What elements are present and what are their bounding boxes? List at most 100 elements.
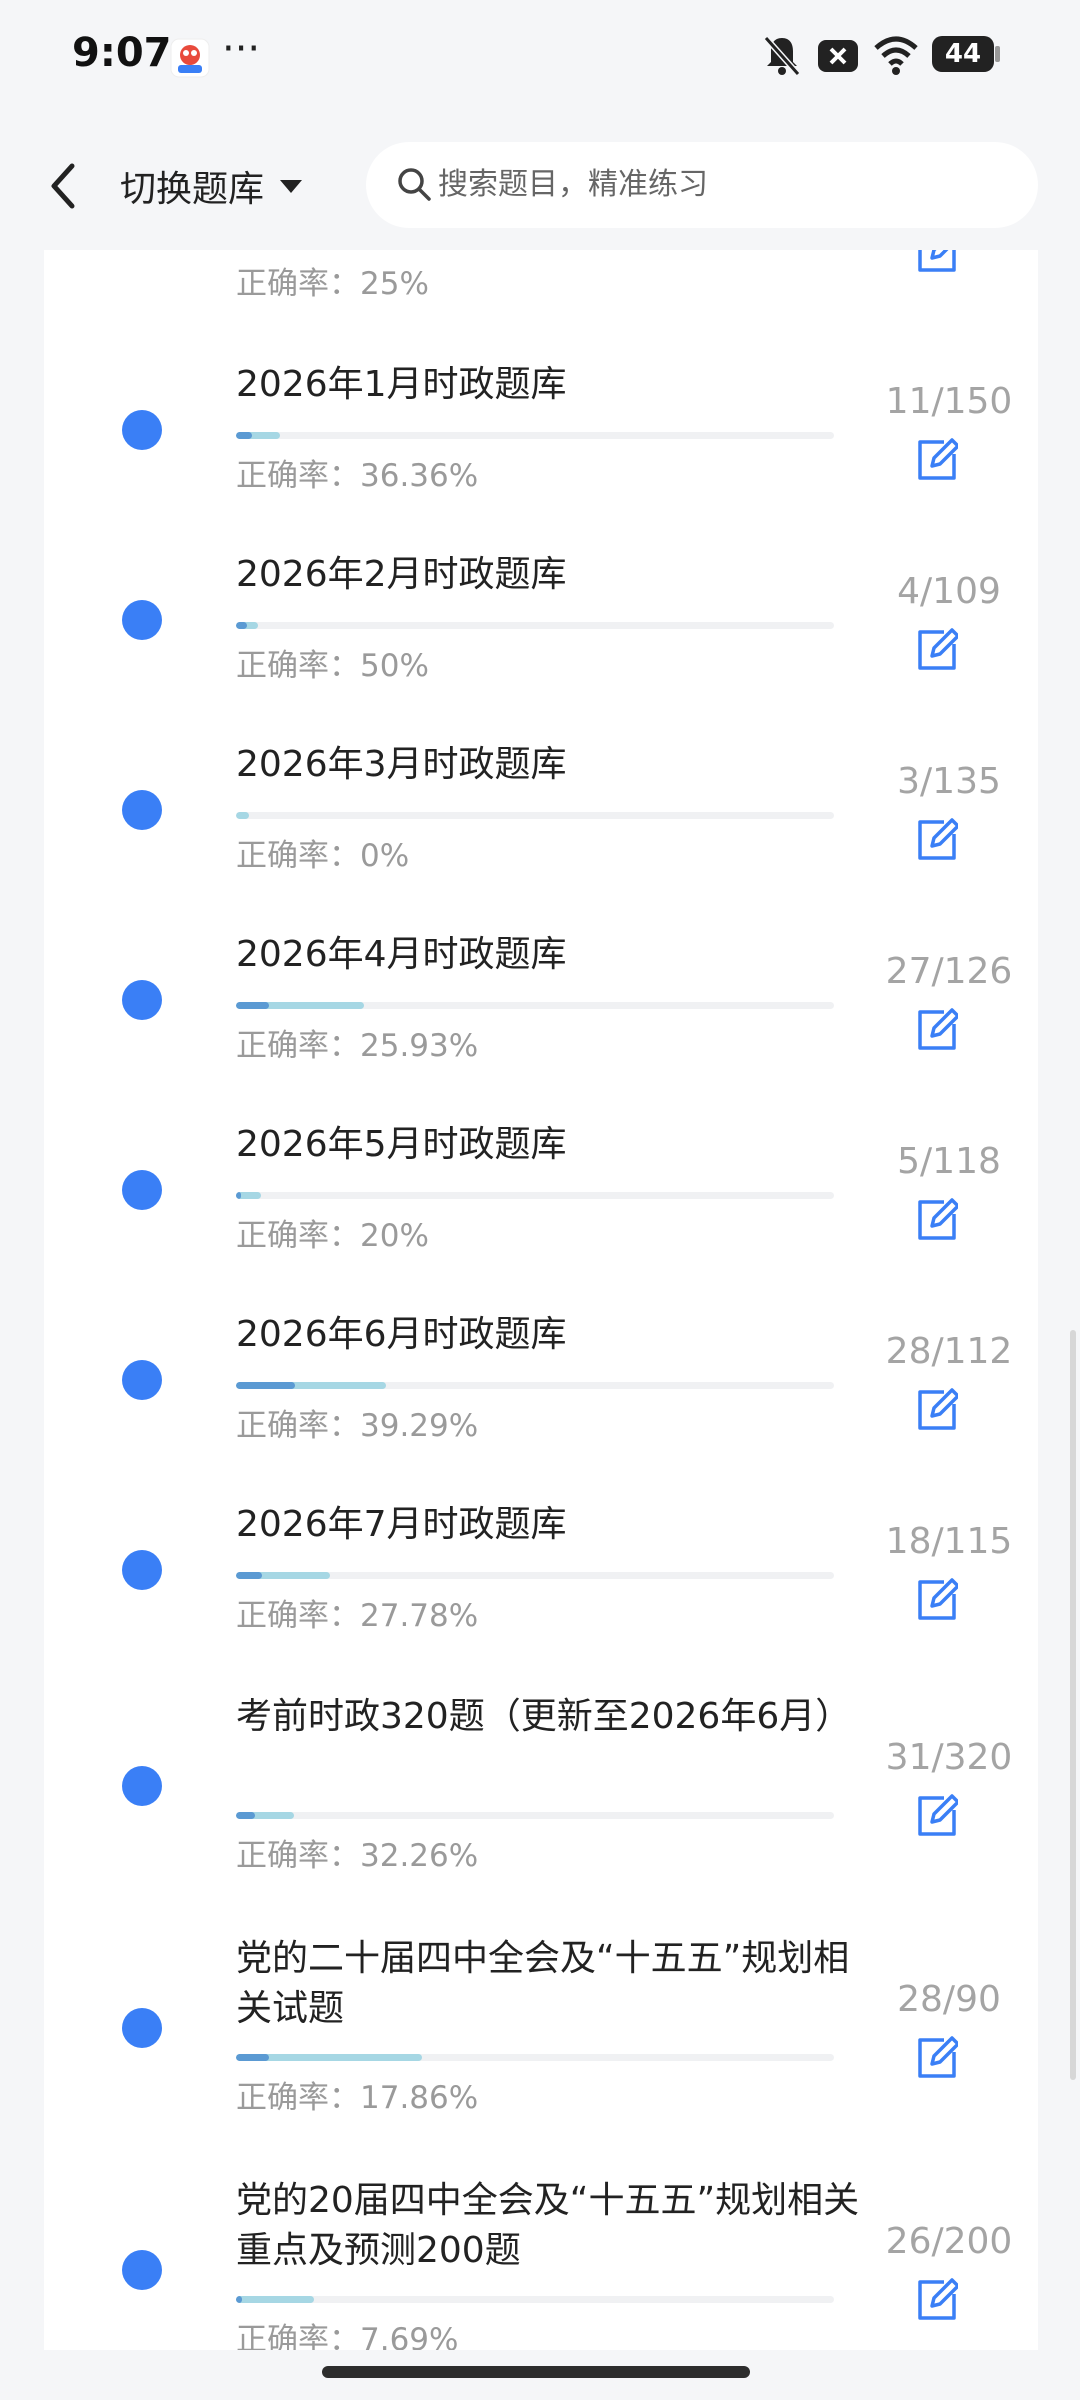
bank-title: 2026年2月时政题库 — [236, 554, 567, 595]
progress-count: 28/90 — [897, 1979, 1001, 2020]
list-item[interactable]: 2026年1月时政题库 正确率：36.36% 11/150 — [44, 350, 1038, 540]
progress-count: 4/109 — [897, 571, 1001, 612]
edit-icon[interactable] — [914, 250, 958, 274]
accuracy-text: 正确率：7.69% — [236, 2322, 459, 2350]
bank-title: 考前时政320题（更新至2026年6月） — [236, 1696, 852, 1737]
progress-bar — [236, 812, 834, 819]
status-dot — [122, 1360, 162, 1400]
caret-down-icon — [280, 180, 303, 193]
list-item[interactable]: 2026年6月时政题库 正确率：39.29% 28/112 — [44, 1300, 1038, 1490]
bank-title: 党的20届四中全会及“十五五”规划相关重点及预测200题 — [236, 2180, 860, 2271]
edit-icon[interactable] — [914, 1388, 958, 1432]
status-dot — [122, 2250, 162, 2290]
back-icon[interactable] — [40, 156, 90, 216]
progress-count: 27/126 — [885, 951, 1013, 992]
progress-correct-fill — [236, 1002, 270, 1009]
search-icon — [398, 168, 431, 201]
progress-fill — [236, 2296, 314, 2303]
list-item[interactable]: 2026年3月时政题库 正确率：0% 3/135 — [44, 730, 1038, 920]
progress-bar — [236, 1382, 834, 1389]
progress-correct-fill — [236, 2296, 242, 2303]
progress-correct-fill — [236, 1192, 242, 1199]
status-dot — [122, 1550, 162, 1590]
search-input[interactable]: 搜索题目，精准练习 — [366, 142, 1038, 228]
progress-bar — [236, 2296, 834, 2303]
accuracy-text: 正确率：50% — [236, 648, 429, 684]
accuracy-text: 正确率：36.36% — [236, 458, 479, 494]
accuracy-text: 正确率：25% — [236, 266, 429, 302]
list-item-partial[interactable]: 正确率：25% — [44, 250, 1038, 310]
scrollbar-thumb[interactable] — [1070, 1330, 1076, 2080]
status-dot — [122, 2008, 162, 2048]
progress-bar — [236, 1812, 834, 1819]
list-item[interactable]: 考前时政320题（更新至2026年6月） 正确率：32.26% 31/320 — [44, 1680, 1038, 1920]
page: 9:07 ··· 44 切换题库 搜索题目，精准练习 正确率：25% 2026年… — [0, 0, 1080, 2400]
accuracy-text: 正确率：39.29% — [236, 1408, 479, 1444]
bank-title: 2026年6月时政题库 — [236, 1314, 567, 1355]
bank-title: 2026年1月时政题库 — [236, 364, 567, 405]
progress-bar — [236, 2054, 834, 2061]
status-time: 9:07 — [72, 30, 172, 76]
accuracy-text: 正确率：25.93% — [236, 1028, 479, 1064]
home-indicator[interactable] — [322, 2366, 750, 2378]
switch-library-label: 切换题库 — [120, 169, 265, 210]
edit-icon[interactable] — [914, 1578, 958, 1622]
status-more-icon: ··· — [222, 26, 261, 72]
list-item[interactable]: 党的二十届四中全会及“十五五”规划相关试题 正确率：17.86% 28/90 — [44, 1920, 1038, 2160]
accuracy-text: 正确率：0% — [236, 838, 410, 874]
bank-title: 2026年3月时政题库 — [236, 744, 567, 785]
list-item[interactable]: 2026年4月时政题库 正确率：25.93% 27/126 — [44, 920, 1038, 1110]
status-dot — [122, 1170, 162, 1210]
bank-title: 2026年7月时政题库 — [236, 1504, 567, 1545]
progress-count: 18/115 — [885, 1521, 1013, 1562]
edit-icon[interactable] — [914, 628, 958, 672]
question-bank-list: 正确率：25% 2026年1月时政题库 正确率：36.36% 11/150 20… — [44, 250, 1038, 2350]
progress-correct-fill — [236, 1382, 295, 1389]
list-item[interactable]: 2026年7月时政题库 正确率：27.78% 18/115 — [44, 1490, 1038, 1680]
progress-correct-fill — [236, 1812, 255, 1819]
progress-bar — [236, 622, 834, 629]
progress-count: 31/320 — [885, 1737, 1013, 1778]
progress-count: 11/150 — [885, 381, 1013, 422]
status-dot — [122, 1766, 162, 1806]
app-notification-icon — [170, 38, 210, 78]
accuracy-text: 正确率：27.78% — [236, 1598, 479, 1634]
list-item[interactable]: 党的20届四中全会及“十五五”规划相关重点及预测200题 正确率：7.69% 2… — [44, 2160, 1038, 2350]
edit-icon[interactable] — [914, 2278, 958, 2322]
status-dot — [122, 410, 162, 450]
edit-icon[interactable] — [914, 2036, 958, 2080]
progress-correct-fill — [236, 2054, 270, 2061]
accuracy-text: 正确率：32.26% — [236, 1838, 479, 1874]
switch-library-dropdown[interactable]: 切换题库 — [120, 156, 304, 216]
accuracy-text: 正确率：20% — [236, 1218, 429, 1254]
bank-title: 2026年5月时政题库 — [236, 1124, 567, 1165]
edit-icon[interactable] — [914, 1198, 958, 1242]
progress-correct-fill — [236, 432, 252, 439]
mute-bell-icon — [763, 36, 801, 76]
progress-count: 28/112 — [885, 1331, 1013, 1372]
progress-count: 26/200 — [885, 2221, 1013, 2262]
bank-title: 党的二十届四中全会及“十五五”规划相关试题 — [236, 1938, 850, 2029]
status-dot — [122, 980, 162, 1020]
edit-icon[interactable] — [914, 1794, 958, 1838]
progress-correct-fill — [236, 1572, 262, 1579]
status-dot — [122, 790, 162, 830]
sim-off-icon — [818, 40, 858, 72]
wifi-icon — [874, 36, 918, 75]
list-item[interactable]: 2026年5月时政题库 正确率：20% 5/118 — [44, 1110, 1038, 1300]
progress-fill — [236, 812, 250, 819]
accuracy-text: 正确率：17.86% — [236, 2080, 479, 2116]
search-placeholder: 搜索题目，精准练习 — [438, 167, 708, 202]
progress-bar — [236, 1572, 834, 1579]
list-item[interactable]: 2026年2月时政题库 正确率：50% 4/109 — [44, 540, 1038, 730]
edit-icon[interactable] — [914, 1008, 958, 1052]
status-dot — [122, 600, 162, 640]
edit-icon[interactable] — [914, 438, 958, 482]
progress-bar — [236, 432, 834, 439]
status-bar: 9:07 ··· 44 — [0, 0, 1080, 120]
edit-icon[interactable] — [914, 818, 958, 862]
bank-title: 2026年4月时政题库 — [236, 934, 567, 975]
header: 切换题库 搜索题目，精准练习 — [0, 120, 1080, 250]
progress-count: 5/118 — [897, 1141, 1001, 1182]
progress-correct-fill — [236, 622, 247, 629]
